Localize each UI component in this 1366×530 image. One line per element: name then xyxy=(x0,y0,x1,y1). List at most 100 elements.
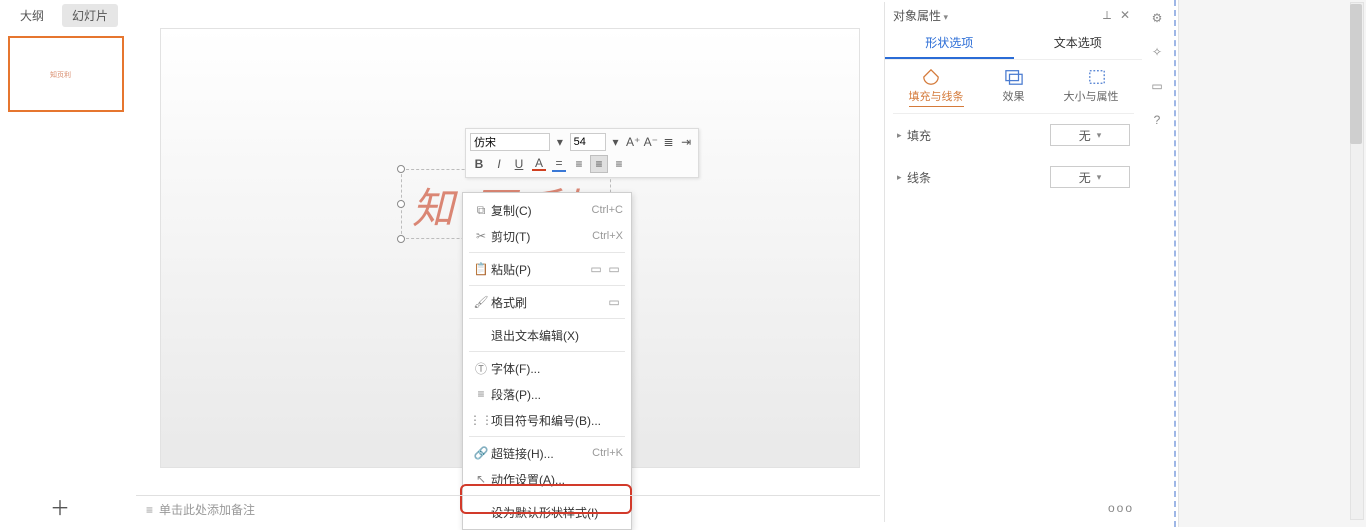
scrollbar-track[interactable] xyxy=(1350,2,1364,520)
external-pane xyxy=(1178,0,1366,527)
menu-cut[interactable]: ✂ 剪切(T) Ctrl+X xyxy=(463,223,631,249)
menu-hyperlink[interactable]: 🔗 超链接(H)... Ctrl+K xyxy=(463,440,631,466)
line-label: 线条 xyxy=(907,169,1050,186)
icon-tab-effect-label: 效果 xyxy=(1003,88,1025,107)
context-menu: ⧉ 复制(C) Ctrl+C ✂ 剪切(T) Ctrl+X 📋 粘贴(P) ▭ … xyxy=(462,192,632,530)
menu-copy-shortcut: Ctrl+C xyxy=(592,204,623,216)
paste-option-icon-1[interactable]: ▭ xyxy=(587,262,605,276)
bold-button[interactable]: B xyxy=(470,155,488,173)
right-tool-strip: ⚙ ✧ ▭ ? xyxy=(1144,8,1170,130)
font-size-dropdown[interactable]: ▾ xyxy=(608,133,624,151)
scrollbar-thumb[interactable] xyxy=(1350,4,1362,144)
line-spacing-button[interactable]: ≣ xyxy=(661,133,677,151)
expand-arrow-icon: ▸ xyxy=(897,172,907,183)
vertical-divider xyxy=(1174,0,1176,527)
expand-arrow-icon: ▸ xyxy=(897,130,907,141)
fill-section-row[interactable]: ▸ 填充 无 xyxy=(885,114,1142,156)
menu-bullets[interactable]: ⋮⋮ 项目符号和编号(B)... xyxy=(463,407,631,433)
copy-icon: ⧉ xyxy=(471,203,491,218)
screen-icon[interactable]: ▭ xyxy=(1147,76,1167,96)
cursor-icon: ↖ xyxy=(471,472,491,486)
italic-button[interactable]: I xyxy=(490,155,508,173)
help-icon[interactable]: ? xyxy=(1147,110,1167,130)
tab-shape-options[interactable]: 形状选项 xyxy=(885,28,1014,59)
resize-handle-tl[interactable] xyxy=(397,165,405,173)
font-size-input[interactable] xyxy=(570,133,606,151)
settings-slider-icon[interactable]: ⚙ xyxy=(1147,8,1167,28)
menu-exit-text-edit-label: 退出文本编辑(X) xyxy=(491,327,623,344)
thumbnail-panel: 知页利 xyxy=(0,28,136,488)
line-select[interactable]: 无 xyxy=(1050,166,1130,188)
close-panel-button[interactable]: ✕ xyxy=(1116,8,1134,22)
align-right-button[interactable]: ≡ xyxy=(610,155,628,173)
menu-separator xyxy=(469,252,625,253)
menu-paste-label: 粘贴(P) xyxy=(491,261,587,278)
paste-option-icon-2[interactable]: ▭ xyxy=(605,262,623,276)
slide-thumbnail-1[interactable]: 知页利 xyxy=(8,36,124,112)
menu-separator xyxy=(469,285,625,286)
menu-action-label: 动作设置(A)... xyxy=(491,471,623,488)
cut-icon: ✂ xyxy=(471,229,491,243)
more-options-button[interactable]: ooo xyxy=(1108,501,1134,515)
menu-bullets-label: 项目符号和编号(B)... xyxy=(491,412,623,429)
menu-cut-shortcut: Ctrl+X xyxy=(592,230,623,242)
floating-format-toolbar: ▾ ▾ A⁺ A⁻ ≣ ⇥ B I U A = ≡ ≡ ≡ xyxy=(465,128,699,178)
notes-bar[interactable]: ≡ 单击此处添加备注 xyxy=(136,495,880,523)
increase-font-button[interactable]: A⁺ xyxy=(625,133,641,151)
menu-paste[interactable]: 📋 粘贴(P) ▭ ▭ xyxy=(463,256,631,282)
properties-title[interactable]: 对象属性 xyxy=(893,7,948,24)
link-icon: 🔗 xyxy=(471,446,491,460)
resize-handle-bl[interactable] xyxy=(397,235,405,243)
menu-format-painter[interactable]: 🖌 格式刷 ▭ xyxy=(463,289,631,315)
menu-action-settings[interactable]: ↖ 动作设置(A)... xyxy=(463,466,631,492)
fill-line-icon xyxy=(920,68,942,86)
resize-handle-l[interactable] xyxy=(397,200,405,208)
format-painter-icon: 🖌 xyxy=(471,295,491,309)
pin-panel-button[interactable]: ⟂ xyxy=(1098,8,1116,23)
menu-paragraph-label: 段落(P)... xyxy=(491,386,623,403)
indent-button[interactable]: ⇥ xyxy=(678,133,694,151)
align-center-button[interactable]: ≡ xyxy=(590,155,608,173)
properties-panel: 对象属性 ⟂ ✕ 形状选项 文本选项 填充与线条 效果 大小与属性 ▸ 填充 无… xyxy=(884,2,1142,522)
icon-tab-fill-line[interactable] xyxy=(901,68,961,86)
menu-exit-text-edit[interactable]: 退出文本编辑(X) xyxy=(463,322,631,348)
paste-icon: 📋 xyxy=(471,262,491,276)
menu-copy[interactable]: ⧉ 复制(C) Ctrl+C xyxy=(463,197,631,223)
icon-tab-effect[interactable] xyxy=(984,68,1044,86)
line-section-row[interactable]: ▸ 线条 无 xyxy=(885,156,1142,198)
menu-cut-label: 剪切(T) xyxy=(491,228,592,245)
menu-separator xyxy=(469,351,625,352)
decrease-font-button[interactable]: A⁻ xyxy=(643,133,659,151)
notes-icon: ≡ xyxy=(146,503,153,517)
icon-tab-fill-line-label: 填充与线条 xyxy=(909,88,964,107)
menu-hyperlink-shortcut: Ctrl+K xyxy=(592,447,623,459)
tab-outline[interactable]: 大纲 xyxy=(10,4,54,27)
underline-button[interactable]: U xyxy=(510,155,528,173)
menu-copy-label: 复制(C) xyxy=(491,202,592,219)
format-painter-extra-icon[interactable]: ▭ xyxy=(605,295,623,309)
font-color-button[interactable]: A xyxy=(530,155,548,173)
magic-icon[interactable]: ✧ xyxy=(1147,42,1167,62)
fill-label: 填充 xyxy=(907,127,1050,144)
fill-select[interactable]: 无 xyxy=(1050,124,1130,146)
menu-paragraph[interactable]: ≡ 段落(P)... xyxy=(463,381,631,407)
tab-slides[interactable]: 幻灯片 xyxy=(62,4,118,27)
menu-separator xyxy=(469,436,625,437)
menu-hyperlink-label: 超链接(H)... xyxy=(491,445,592,462)
menu-font-label: 字体(F)... xyxy=(491,360,623,377)
menu-separator xyxy=(469,318,625,319)
effect-icon xyxy=(1003,68,1025,86)
menu-font[interactable]: Ⓣ 字体(F)... xyxy=(463,355,631,381)
font-name-input[interactable] xyxy=(470,133,550,151)
font-name-dropdown[interactable]: ▾ xyxy=(552,133,568,151)
thumbnail-text: 知页利 xyxy=(50,70,71,80)
notes-placeholder: 单击此处添加备注 xyxy=(159,501,255,518)
icon-tab-size-label: 大小与属性 xyxy=(1064,88,1119,107)
add-slide-button[interactable]: ＋ xyxy=(50,492,70,521)
font-icon: Ⓣ xyxy=(471,360,491,377)
align-left-button[interactable]: ≡ xyxy=(570,155,588,173)
highlight-button[interactable]: = xyxy=(550,155,568,173)
tab-text-options[interactable]: 文本选项 xyxy=(1014,28,1143,59)
bullets-icon: ⋮⋮ xyxy=(471,413,491,427)
icon-tab-size-properties[interactable] xyxy=(1067,68,1127,86)
